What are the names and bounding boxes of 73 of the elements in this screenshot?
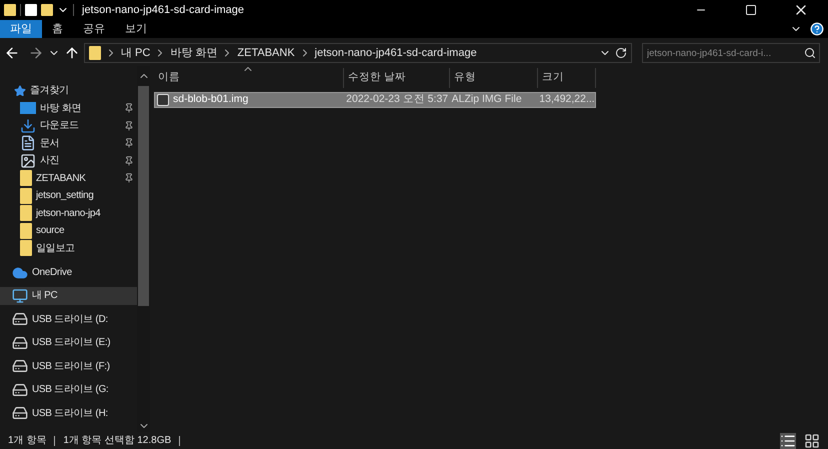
sidebar-item[interactable]: 일일보고 bbox=[0, 240, 137, 257]
folder-icon bbox=[89, 46, 101, 60]
picture-icon bbox=[20, 152, 36, 169]
forward-icon[interactable] bbox=[28, 45, 44, 61]
column-header[interactable]: 이름 bbox=[154, 68, 344, 88]
sidebar-item[interactable]: ZETABANK bbox=[0, 170, 137, 187]
folder-icon bbox=[20, 205, 32, 222]
sidebar-item[interactable]: source bbox=[0, 222, 137, 240]
folder-icon bbox=[20, 188, 32, 204]
sidebar-item[interactable]: 사진 bbox=[0, 152, 137, 170]
breadcrumb-item[interactable]: jetson-nano-jp461-sd-card-image bbox=[314, 44, 477, 62]
ribbon-tab[interactable]: 공유 bbox=[73, 20, 115, 38]
ribbon-tab[interactable]: 보기 bbox=[115, 20, 157, 38]
sidebar-item[interactable]: OneDrive bbox=[0, 264, 137, 282]
drive-icon bbox=[12, 405, 28, 422]
pin-icon[interactable] bbox=[124, 173, 134, 184]
pin-icon[interactable] bbox=[124, 103, 134, 114]
window-title: jetson-nano-jp461-sd-card-image bbox=[82, 2, 244, 18]
monitor-icon bbox=[12, 288, 28, 304]
file-row[interactable]: sd-blob-b01.img 2022-02-23 오전 5:37 ALZip IMG File 13,492,22... bbox=[154, 92, 596, 108]
folder-icon bbox=[20, 240, 32, 256]
breadcrumb-item[interactable]: 내 PC bbox=[121, 44, 150, 62]
pin-icon[interactable] bbox=[124, 120, 134, 131]
column-header[interactable]: 크기 bbox=[538, 68, 596, 88]
sidebar-item[interactable]: 즐겨찾기 bbox=[0, 82, 137, 100]
search-icon bbox=[804, 47, 816, 59]
breadcrumb-item[interactable]: ZETABANK bbox=[237, 44, 295, 62]
details-view-icon[interactable] bbox=[780, 432, 796, 448]
pin-icon[interactable] bbox=[124, 156, 134, 166]
sidebar-item[interactable]: USB 드라이브 (F:) bbox=[0, 358, 137, 375]
drive-icon bbox=[12, 311, 28, 328]
status-text: 1개 항목 선택함 12.8GB bbox=[63, 434, 172, 448]
pin-icon[interactable] bbox=[124, 138, 134, 148]
drive-icon bbox=[12, 358, 28, 374]
sidebar-item[interactable]: USB 드라이브 (E:) bbox=[0, 334, 137, 352]
sidebar-item[interactable]: USB 드라이브 (H: bbox=[0, 404, 137, 422]
up-icon[interactable] bbox=[64, 45, 80, 61]
drive-icon bbox=[12, 382, 28, 398]
download-icon bbox=[20, 118, 36, 134]
refresh-icon[interactable] bbox=[615, 47, 627, 59]
ribbon-tab[interactable]: 파일 bbox=[0, 20, 42, 38]
folder-icon bbox=[20, 170, 32, 186]
status-text: 1개 항목 bbox=[8, 434, 46, 448]
maximize-icon[interactable] bbox=[745, 4, 757, 16]
cloud-icon bbox=[12, 264, 28, 281]
sidebar-item[interactable]: USB 드라이브 (D: bbox=[0, 310, 137, 328]
tiles-view-icon[interactable] bbox=[804, 432, 820, 448]
table-cell-text: ALZip IMG File bbox=[452, 92, 522, 108]
folder-icon bbox=[4, 4, 16, 16]
help-icon[interactable] bbox=[810, 22, 824, 36]
desktop-icon bbox=[20, 102, 36, 114]
table-cell-text: sd-blob-b01.img bbox=[173, 92, 248, 108]
back-icon[interactable] bbox=[4, 45, 20, 61]
ribbon-tab[interactable]: 홈 bbox=[42, 20, 73, 38]
sidebar-item[interactable]: 문서 bbox=[0, 134, 137, 152]
sidebar-item[interactable]: jetson-nano-jp4 bbox=[0, 204, 137, 222]
sidebar-item[interactable]: 바탕 화면 bbox=[0, 100, 137, 117]
sidebar-item[interactable]: 내 PC bbox=[0, 286, 137, 304]
sidebar-item[interactable]: jetson_setting bbox=[0, 187, 137, 204]
folder-icon bbox=[20, 222, 32, 239]
drive-icon bbox=[12, 334, 28, 351]
column-header[interactable]: 수정한 날짜 bbox=[344, 68, 450, 88]
sidebar-item[interactable]: 다운로드 bbox=[0, 117, 137, 134]
breadcrumb-item[interactable]: 바탕 화면 bbox=[170, 44, 218, 62]
table-cell-text: 13,492,22... bbox=[539, 92, 595, 108]
document-icon bbox=[20, 135, 36, 152]
star-icon bbox=[14, 84, 26, 97]
folder-icon bbox=[41, 4, 53, 16]
table-cell-text: 2022-02-23 오전 5:37 bbox=[346, 92, 448, 108]
column-header[interactable]: 유형 bbox=[450, 68, 538, 88]
sidebar-item[interactable]: USB 드라이브 (G: bbox=[0, 381, 137, 398]
search-field[interactable]: jetson-nano-jp461-sd-card-i... bbox=[642, 43, 820, 63]
address-bar[interactable]: 내 PC 바탕 화면 ZETABANK jetson-nano-jp461-sd-card-image bbox=[84, 43, 632, 63]
